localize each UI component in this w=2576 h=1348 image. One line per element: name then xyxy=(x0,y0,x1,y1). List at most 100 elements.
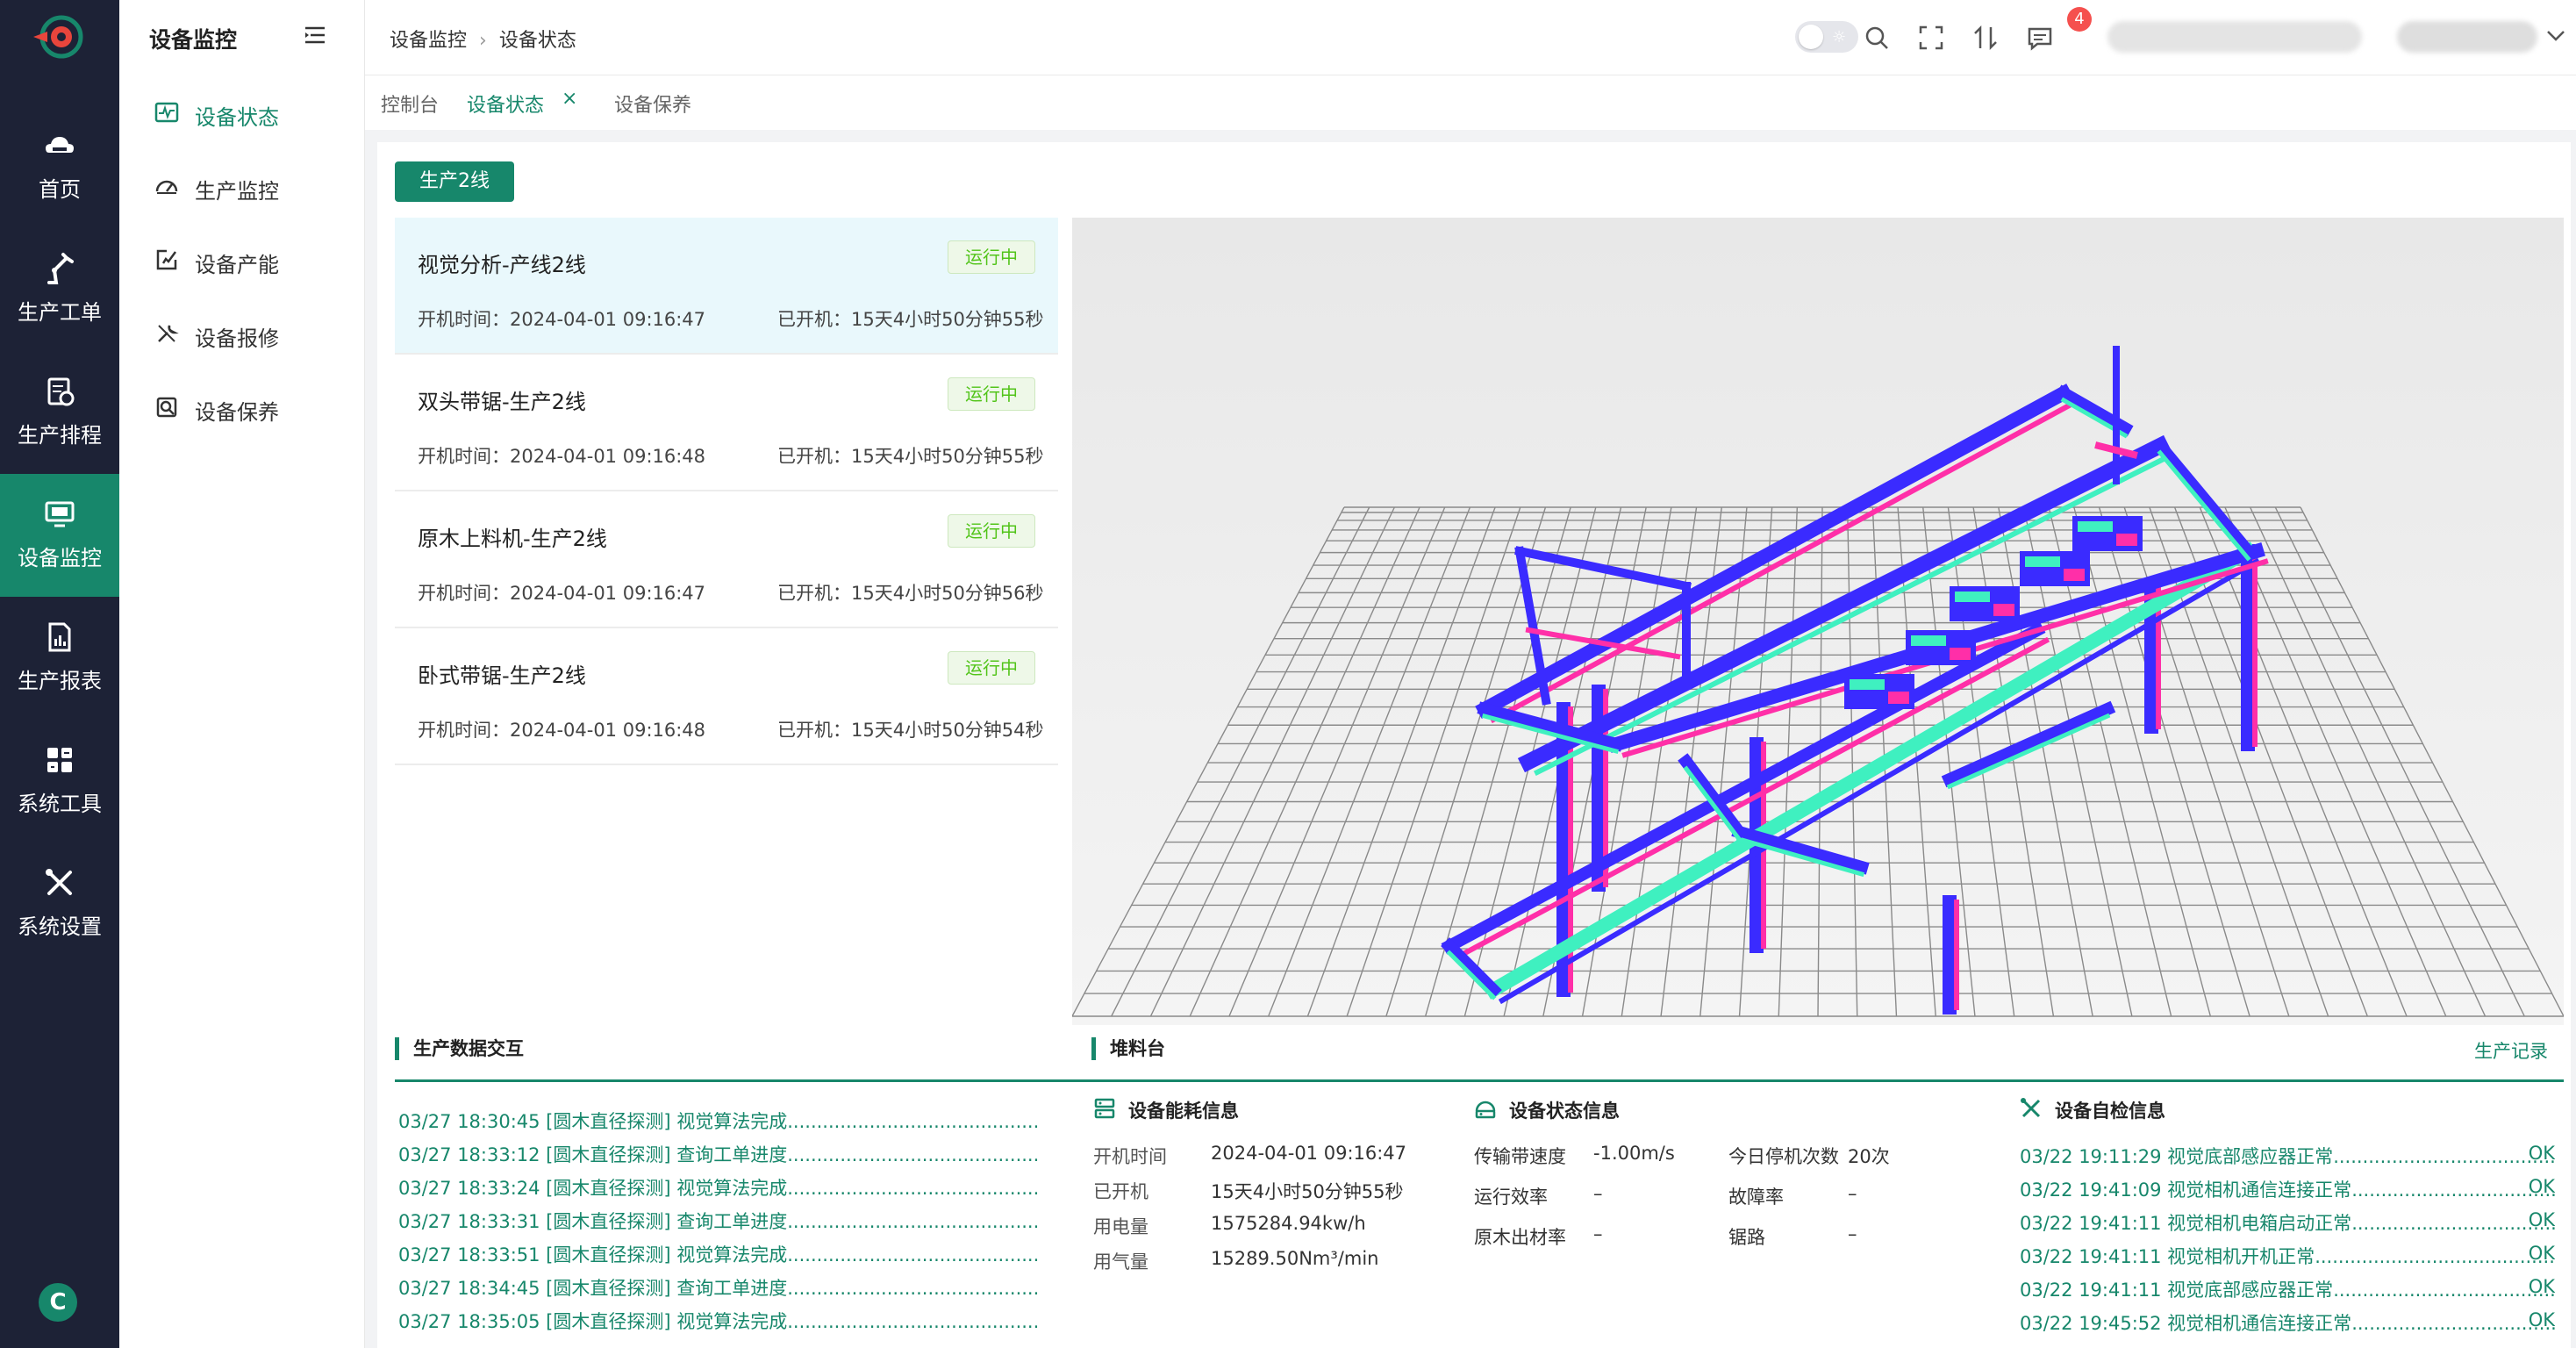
tab-device-maintenance[interactable]: 设备保养 xyxy=(614,90,691,118)
log-row: 03/27 18:33:24 [圆木直径探测] 视觉算法完成..........… xyxy=(398,1174,1039,1206)
rail-item-system-tools[interactable]: 系统工具 xyxy=(0,720,119,842)
theme-toggle[interactable]: ☼ xyxy=(1795,21,1858,53)
energy-key: 用电量 xyxy=(1093,1216,1148,1237)
tools-cross-icon xyxy=(46,869,72,895)
self-check-row: 03/22 19:41:09 视觉相机通信连接正常...............… xyxy=(2020,1176,2555,1208)
report-icon xyxy=(48,622,71,652)
status-key: 传输带速度 xyxy=(1474,1146,1566,1167)
tab-close-icon[interactable]: × xyxy=(562,88,577,110)
energy-value: 2024-04-01 09:16:47 xyxy=(1211,1143,1407,1164)
fullscreen-icon[interactable] xyxy=(1916,23,1946,53)
submenu-item-device-status[interactable]: 设备状态 xyxy=(154,91,347,135)
log-row: 03/27 18:35:05 [圆木直径探测] 视觉算法完成..........… xyxy=(398,1308,1039,1339)
submenu-item-repair[interactable]: 设备报修 xyxy=(154,312,347,356)
log-text: 03/27 18:35:05 [圆木直径探测] 视觉算法完成 xyxy=(398,1311,788,1332)
status-value: – xyxy=(1848,1223,1857,1244)
energy-info-title: 设备能耗信息 xyxy=(1128,1101,1239,1122)
menu-collapse-icon[interactable] xyxy=(304,25,326,46)
device-card[interactable]: 视觉分析-产线2线 运行中 开机时间：2024-04-01 09:16:47 已… xyxy=(395,218,1058,355)
rail-item-label: 设备监控 xyxy=(18,546,102,570)
breadcrumb-item[interactable]: 设备监控 xyxy=(390,25,467,53)
message-icon[interactable] xyxy=(2025,23,2055,53)
status-info-title: 设备状态信息 xyxy=(1509,1101,1620,1122)
submenu-item-label: 设备状态 xyxy=(195,105,279,130)
energy-value: 15289.50Nm³/min xyxy=(1211,1248,1379,1269)
log-text: 03/27 18:34:45 [圆木直径探测] 查询工单进度 xyxy=(398,1278,788,1299)
rail-item-work-order[interactable]: 生产工单 xyxy=(0,228,119,351)
section-divider xyxy=(395,1079,2564,1082)
self-check-row: 03/22 19:41:11 视觉底部感应器正常................… xyxy=(2020,1276,2555,1308)
energy-key: 用气量 xyxy=(1093,1251,1148,1273)
device-card[interactable]: 双头带锯-生产2线 运行中 开机时间：2024-04-01 09:16:48 已… xyxy=(395,355,1058,491)
rail-item-device-monitor[interactable]: 设备监控 xyxy=(0,474,119,597)
self-check-text: 03/22 19:41:11 视觉相机开机正常 xyxy=(2020,1246,2315,1267)
dot-leader: ........................................… xyxy=(787,1244,1039,1266)
gauge-icon xyxy=(155,180,178,194)
sun-icon: ☼ xyxy=(1832,28,1847,47)
energy-key: 开机时间 xyxy=(1093,1146,1167,1167)
section-title-stacking: 堆料台 xyxy=(1091,1037,1165,1060)
page-tabs: 控制台 设备状态 × 设备保养 xyxy=(365,75,2576,130)
device-name: 视觉分析-产线2线 xyxy=(418,253,586,277)
dot-leader: ........................................… xyxy=(787,1211,1039,1232)
app-logo[interactable] xyxy=(30,12,89,61)
rail-item-system-settings[interactable]: 系统设置 xyxy=(0,842,119,965)
rail-item-label: 首页 xyxy=(39,177,81,202)
device-start-time: 开机时间：2024-04-01 09:16:47 xyxy=(418,583,706,604)
production-record-link[interactable]: 生产记录 xyxy=(2474,1037,2548,1064)
breadcrumb: 设备监控 › 设备状态 xyxy=(390,25,576,53)
log-text: 03/27 18:30:45 [圆木直径探测] 视觉算法完成 xyxy=(398,1111,788,1132)
self-check-row: 03/22 19:41:11 视觉相机电箱启动正常...............… xyxy=(2020,1209,2555,1241)
equipment-3d-model[interactable] xyxy=(1072,218,2564,1025)
energy-value: 1575284.94kw/h xyxy=(1211,1213,1366,1234)
blurred-user-avatar[interactable] xyxy=(2397,21,2537,53)
sort-arrows-icon[interactable] xyxy=(1971,23,2000,53)
status-badge: 运行中 xyxy=(948,514,1035,548)
dot-leader: ........................................… xyxy=(787,1144,1039,1165)
rail-item-home[interactable]: 首页 xyxy=(0,105,119,228)
energy-row: 已开机 xyxy=(1093,1178,1148,1204)
device-card[interactable]: 卧式带锯-生产2线 运行中 开机时间：2024-04-01 09:16:48 已… xyxy=(395,628,1058,765)
device-name: 双头带锯-生产2线 xyxy=(418,390,586,414)
status-badge: 运行中 xyxy=(948,240,1035,274)
tools-cross-icon xyxy=(2021,1098,2041,1118)
production-line-button[interactable]: 生产2线 xyxy=(395,161,514,202)
energy-row: 用电量 xyxy=(1093,1213,1148,1239)
submenu-item-maintenance[interactable]: 设备保养 xyxy=(154,386,347,430)
self-check-text: 03/22 19:41:11 视觉相机电箱启动正常 xyxy=(2020,1213,2352,1234)
energy-key: 已开机 xyxy=(1093,1181,1148,1202)
brand-c-logo[interactable]: C xyxy=(39,1283,77,1322)
waveform-icon xyxy=(154,102,179,123)
rail-item-schedule[interactable]: 生产排程 xyxy=(0,351,119,474)
self-check-text: 03/22 19:41:09 视觉相机通信连接正常 xyxy=(2020,1180,2352,1201)
device-start-time: 开机时间：2024-04-01 09:16:48 xyxy=(418,446,706,467)
blurred-company-select[interactable] xyxy=(2107,21,2362,53)
dot-leader: ........................................… xyxy=(2351,1213,2555,1234)
rail-item-report[interactable]: 生产报表 xyxy=(0,597,119,720)
chevron-down-icon[interactable] xyxy=(2544,26,2567,44)
device-uptime: 已开机：15天4小时50分钟54秒 xyxy=(777,720,1044,741)
device-uptime: 已开机：15天4小时50分钟55秒 xyxy=(777,309,1044,330)
tab-console[interactable]: 控制台 xyxy=(381,90,439,118)
equipment-3d-viewer[interactable] xyxy=(1072,218,2564,1025)
top-header: 设备监控 › 设备状态 ☼ 4 xyxy=(365,0,2576,75)
submenu-sidebar: 设备监控 设备状态 生产监控 设备产能 设备报修 设备保养 xyxy=(119,0,365,1348)
submenu-item-production-monitor[interactable]: 生产监控 xyxy=(154,165,347,209)
device-card[interactable]: 原木上料机-生产2线 运行中 开机时间：2024-04-01 09:16:47 … xyxy=(395,491,1058,628)
status-key: 故障率 xyxy=(1728,1187,1784,1208)
toggle-knob xyxy=(1799,25,1823,49)
ok-label: OK xyxy=(2528,1276,2555,1297)
rail-item-label: 系统设置 xyxy=(18,914,102,939)
log-row: 03/27 18:33:12 [圆木直径探测] 查询工单进度..........… xyxy=(398,1141,1039,1172)
search-icon[interactable] xyxy=(1862,23,1892,53)
dot-leader: ........................................… xyxy=(787,1311,1039,1332)
section-title-data-exchange: 生产数据交互 xyxy=(395,1037,524,1060)
dot-leader: ........................................… xyxy=(2333,1280,2555,1301)
edit-chart-icon xyxy=(156,249,177,270)
main-nav-rail: 首页 生产工单 生产排程 设备监控 生产报表 系统工具 系统设置 C xyxy=(0,0,119,1348)
ok-label: OK xyxy=(2528,1176,2555,1197)
tab-device-status[interactable]: 设备状态 xyxy=(467,90,544,118)
submenu-item-capacity[interactable]: 设备产能 xyxy=(154,239,347,283)
submenu-item-label: 设备报修 xyxy=(195,326,279,351)
device-start-time: 开机时间：2024-04-01 09:16:48 xyxy=(418,720,706,741)
